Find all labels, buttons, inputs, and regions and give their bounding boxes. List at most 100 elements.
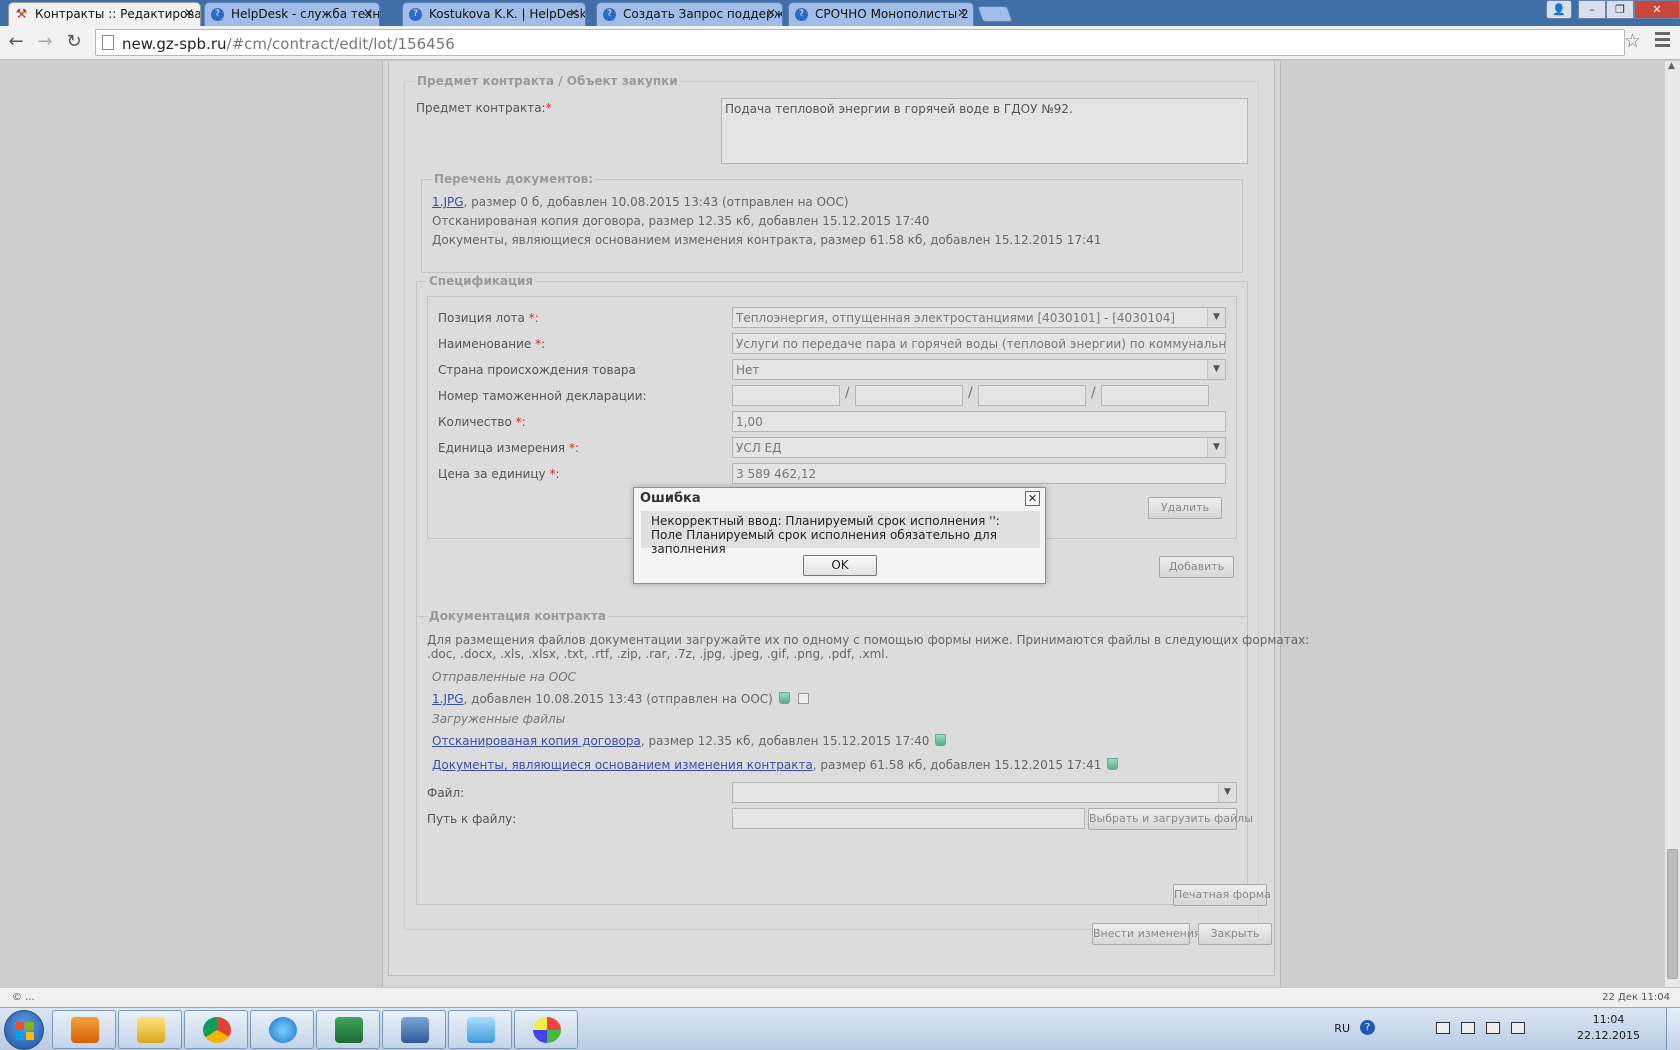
page-scrollbar[interactable]: ▲ [1664,61,1680,987]
window-close-button[interactable]: ✕ [1634,0,1680,19]
language-indicator[interactable]: RU [1334,1022,1350,1035]
customs-input-2[interactable] [855,385,963,406]
quantity-input[interactable]: 1,00 [732,411,1226,432]
sent-file-link[interactable]: 1.JPG [432,692,464,706]
close-icon[interactable]: ✕ [957,6,967,20]
chevron-down-icon[interactable]: ▼ [1207,308,1225,327]
menu-icon[interactable] [1655,32,1670,50]
page-icon [102,35,114,50]
tab-helpdesk[interactable]: ? HelpDesk - служба техни ✕ [204,2,380,26]
taskbar-network-app[interactable] [382,1010,446,1049]
close-icon[interactable]: ✕ [569,6,579,20]
maximize-button[interactable]: ❐ [1606,0,1634,19]
price-label: Цена за единицу *: [438,467,560,481]
notepad-icon [467,1017,495,1043]
uploaded-files-heading: Загруженные файлы [432,712,566,726]
add-button[interactable]: Добавить [1159,556,1234,578]
scroll-up-icon[interactable]: ▲ [1668,61,1675,71]
close-icon[interactable]: ✕ [766,6,776,20]
contract-docs-legend: Документация контракта [427,609,608,623]
monitor-icon[interactable] [1486,1022,1500,1034]
tab-kostukova[interactable]: ? Kostukova K.K. | HelpDesk ✕ [402,2,586,26]
file-type-select[interactable]: ▼ [732,782,1237,803]
file-path-input[interactable] [732,808,1085,829]
delete-button[interactable]: Удалить [1148,497,1222,519]
clock-date: 22.12.2015 [1577,1029,1640,1042]
customs-separator: / [845,385,850,401]
path-label: Путь к файлу: [427,812,517,826]
price-input[interactable]: 3 589 462,12 [732,463,1226,484]
contract-docs-formats: .doc, .docx, .xls, .xlsx, .txt, .rtf, .z… [427,647,889,661]
document-link[interactable]: 1.JPG [432,195,464,209]
upload-files-button[interactable]: Выбрать и загрузить файлы [1088,808,1253,830]
taskbar-ie[interactable] [250,1010,314,1049]
sent-file-checkbox[interactable] [797,693,809,704]
reload-icon[interactable]: ↻ [62,30,86,54]
taskbar-media-player[interactable] [52,1010,116,1049]
chevron-down-icon[interactable]: ▼ [1207,360,1225,379]
close-icon[interactable]: ✕ [363,6,373,20]
recycle-bin-icon[interactable] [778,692,790,704]
address-bar[interactable]: new.gz-spb.ru/#cm/contract/edit/lot/1564… [95,29,1625,56]
network-icon[interactable] [1436,1022,1450,1034]
browser-toolbar: ← → ↻ new.gz-spb.ru/#cm/contract/edit/lo… [0,26,1680,60]
tab-create-request[interactable]: ? Создать Запрос поддерж ✕ [596,2,783,26]
taskbar-paint[interactable] [514,1010,578,1049]
contract-docs-intro: Для размещения файлов документации загру… [427,633,1310,647]
tab-label: Создать Запрос поддерж [623,7,783,21]
customs-input-1[interactable] [732,385,840,406]
apply-changes-button[interactable]: Внести изменения [1092,923,1201,945]
chevron-down-icon[interactable]: ▼ [1218,783,1236,802]
clock-time: 11:04 [1592,1013,1625,1026]
bookmark-star-icon[interactable]: ☆ [1624,30,1641,52]
customs-input-4[interactable] [1101,385,1209,406]
back-arrow-icon[interactable]: ← [4,30,28,54]
taskbar-chrome[interactable] [184,1010,248,1049]
tab-monopolists[interactable]: ? СРОЧНО Монополисты 2 ✕ [788,2,974,26]
excel-icon [335,1017,363,1043]
clock[interactable]: 11:04 22.12.2015 [1577,1012,1640,1044]
status-datetime: 22 Дек 11:04 [1602,992,1670,1003]
internet-explorer-icon [269,1017,297,1043]
unit-select[interactable]: УСЛ ЕД ▼ [732,437,1226,458]
document-item: Отсканированая копия договора, размер 12… [432,214,930,228]
dialog-close-icon[interactable]: ✕ [1025,491,1040,506]
new-tab-button[interactable] [977,6,1013,22]
lot-position-select[interactable]: Теплоэнергия, отпущенная электростанциям… [732,307,1226,328]
unit-label: Единица измерения *: [438,441,579,455]
print-form-button[interactable]: Печатная форма [1173,884,1271,906]
documents-legend: Перечень документов: [432,172,596,186]
name-input[interactable]: Услуги по передаче пара и горячей воды (… [732,333,1226,354]
status-left: © ... [12,992,35,1003]
system-tray: RU ? 11:04 22.12.2015 [1300,1008,1680,1050]
minimize-button[interactable]: – [1578,0,1606,19]
show-desktop-button[interactable] [1666,1008,1680,1050]
country-select[interactable]: Нет ▼ [732,359,1226,380]
taskbar-explorer[interactable] [118,1010,182,1049]
close-icon[interactable]: ✕ [184,6,194,20]
help-icon[interactable]: ? [1360,1020,1375,1035]
tab-contracts[interactable]: ⚒ Контракты :: Редактирова ✕ [8,2,201,26]
uploaded-file-link[interactable]: Документы, являющиеся основанием изменен… [432,758,813,772]
lot-position-label: Позиция лота *: [438,311,539,325]
user-icon[interactable]: 👤 [1546,0,1572,19]
taskbar-excel[interactable] [316,1010,380,1049]
dialog-ok-button[interactable]: OK [803,555,877,576]
forward-arrow-icon[interactable]: → [33,30,57,54]
media-player-icon [71,1017,99,1043]
file-label: Файл: [427,786,465,800]
uploaded-file-link[interactable]: Отсканированая копия договора [432,734,641,748]
customs-input-3[interactable] [978,385,1086,406]
taskbar-notepad[interactable] [448,1010,512,1049]
flag-icon[interactable] [1461,1022,1475,1034]
dialog-message-line: Некорректный ввод: Планируемый срок испо… [651,514,1000,528]
volume-muted-icon[interactable] [1511,1022,1525,1034]
windows-logo-icon [16,1022,34,1040]
recycle-bin-icon[interactable] [1107,758,1119,770]
scroll-thumb[interactable] [1667,849,1678,979]
subject-textarea[interactable]: Подача тепловой энергии в горячей воде в… [721,98,1248,164]
chevron-down-icon[interactable]: ▼ [1207,438,1225,457]
start-button[interactable] [4,1010,44,1050]
close-form-button[interactable]: Закрыть [1198,923,1272,945]
recycle-bin-icon[interactable] [935,734,947,746]
